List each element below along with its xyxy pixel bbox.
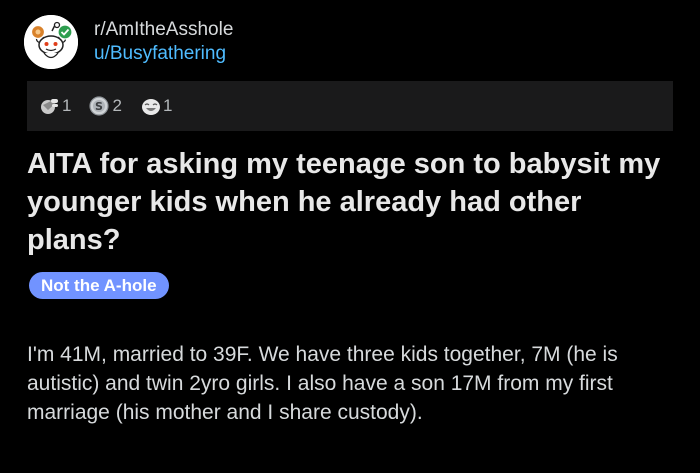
subreddit-name[interactable]: r/AmItheAsshole <box>94 18 233 42</box>
post-flair-badge[interactable]: Not the A-hole <box>29 272 169 299</box>
svg-text:S: S <box>96 100 104 113</box>
award-silver[interactable]: S 2 <box>89 96 122 116</box>
award-count: 1 <box>162 96 173 115</box>
post-title[interactable]: AITA for asking my teenage son to babysi… <box>27 145 677 259</box>
post-body: I'm 41M, married to 39F. We have three k… <box>27 343 618 424</box>
silver-award-icon: S <box>89 96 110 116</box>
awards-bar[interactable]: 1 S 2 1 <box>27 81 673 131</box>
snoo-avatar-icon <box>24 15 78 69</box>
post-meta: r/AmItheAsshole u/Busyfathering <box>94 18 233 66</box>
award-count: 1 <box>62 96 72 115</box>
post-header: r/AmItheAsshole u/Busyfathering <box>24 14 233 70</box>
award-laughing[interactable]: 1 <box>140 96 172 116</box>
author-username[interactable]: u/Busyfathering <box>94 42 233 66</box>
laughing-award-icon <box>140 96 160 116</box>
award-facepalm[interactable]: 1 <box>39 96 71 116</box>
subreddit-avatar[interactable] <box>24 15 78 69</box>
facepalm-award-icon <box>39 96 59 116</box>
award-count: 2 <box>112 96 122 115</box>
